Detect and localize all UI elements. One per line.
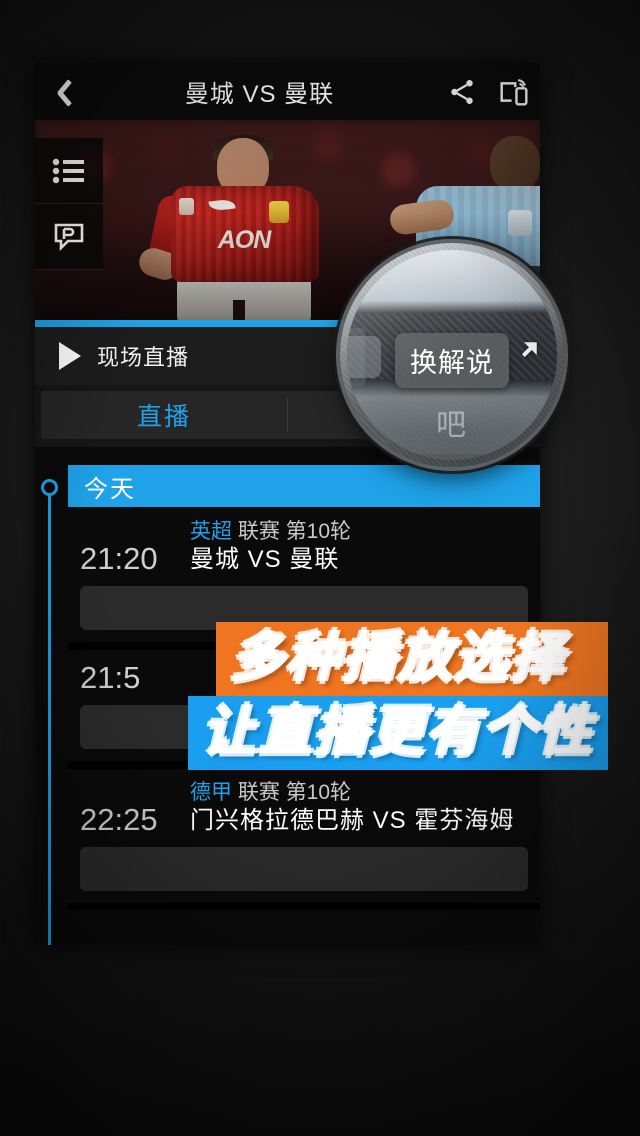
match-time: 22:25 [80,802,158,837]
cast-button[interactable] [488,63,540,120]
tab-live[interactable]: 直播 [41,397,287,433]
magnifier-lens: 吧 换解说 [340,243,564,467]
timeline-rail [48,485,51,945]
magnified-quality-button [347,336,381,378]
cursor-arrow-icon [521,342,537,358]
phone-screen: 曼城 VS 曼联 现场直播 直播 今天 21:20 英超 联赛 第10轮 曼城 … [35,63,540,945]
magnified-content: 吧 换解说 [347,250,557,460]
title-bar: 曼城 VS 曼联 [35,63,540,120]
day-header-label: 今天 [84,475,136,503]
magnified-tab-label: 吧 [436,409,468,442]
play-button[interactable] [47,342,93,370]
table-row[interactable]: 22:25 德甲 联赛 第10轮 门兴格拉德巴赫 VS 霍芬海姆 [68,768,540,910]
match-league-line: 英超 联赛 第10轮 [190,518,351,545]
match-teams: 门兴格拉德巴赫 VS 霍芬海姆 [190,807,515,834]
timeline-marker-dot [41,479,58,496]
list-icon [52,158,84,183]
back-button[interactable] [35,63,93,120]
page-title: 曼城 VS 曼联 [184,81,335,108]
promo-overlay: 多种播放选择 让直播更有个性 [188,622,608,770]
commentary-button[interactable] [35,204,103,270]
match-action-button[interactable] [80,847,528,891]
playlist-button[interactable] [35,138,103,204]
cast-to-device-icon [500,78,528,106]
promo-headline-1: 多种播放选择 [216,622,608,696]
promo-headline-2: 让直播更有个性 [188,696,608,770]
day-header: 今天 [68,465,540,507]
share-button[interactable] [436,63,488,120]
match-league-line: 德甲 联赛 第10轮 [190,779,514,806]
league-name: 德甲 [190,781,232,804]
change-commentary-tooltip[interactable]: 换解说 [395,333,509,388]
chevron-left-icon [56,78,73,106]
share-icon [451,79,473,104]
league-name: 英超 [190,520,232,543]
live-stream-label: 现场直播 [97,345,190,370]
commentary-bubble-p-icon [54,223,84,251]
play-icon [59,342,81,370]
league-round: 联赛 第10轮 [237,781,352,804]
league-round: 联赛 第10轮 [237,520,352,543]
match-time: 21:20 [80,541,158,576]
match-time: 21:5 [80,660,141,695]
video-overlay-buttons [35,138,103,270]
match-teams: 曼城 VS 曼联 [190,546,340,573]
